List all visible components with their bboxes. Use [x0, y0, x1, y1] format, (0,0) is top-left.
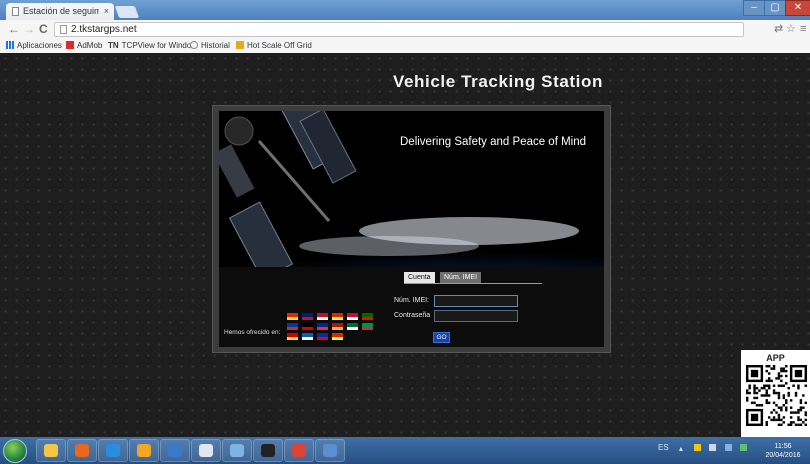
language-indicator[interactable]: ES: [658, 443, 669, 452]
menu-icon[interactable]: ≡: [800, 23, 806, 36]
document-icon: [199, 444, 213, 457]
browser-title-bar: Estación de seguimiento × – ▢ ✕: [0, 0, 810, 20]
start-button[interactable]: [3, 439, 27, 463]
media-player-icon: [168, 444, 182, 457]
qr-code[interactable]: [746, 365, 807, 426]
volume-icon[interactable]: [709, 444, 717, 451]
bookmark-tcpview[interactable]: TN TCPView for Windo: [108, 40, 191, 52]
taskbar-app-windows-live[interactable]: [222, 439, 252, 462]
language-flag[interactable]: [347, 323, 358, 330]
language-flag[interactable]: [332, 333, 343, 340]
tab-title: Estación de seguimiento: [23, 6, 99, 16]
taskbar-app-terminal[interactable]: [253, 439, 283, 462]
internet-explorer-icon: [106, 444, 120, 457]
language-flag[interactable]: [362, 323, 373, 330]
browser-toolbar: ← → C 2.tkstargps.net ⇄ ☆ ≡: [0, 20, 810, 39]
language-flag[interactable]: [302, 333, 313, 340]
taskbar-app-internet-explorer[interactable]: [98, 439, 128, 462]
language-flag[interactable]: [302, 323, 313, 330]
language-flag[interactable]: [362, 313, 373, 320]
password-label: Contraseña: [394, 312, 431, 319]
login-form: Cuenta Núm. IMEI Núm. IMEI: Contraseña G…: [219, 267, 604, 347]
back-arrow-icon[interactable]: ←: [8, 23, 20, 36]
bookmark-historial[interactable]: Historial: [190, 40, 230, 52]
apps-grid-icon: [6, 41, 14, 49]
minimize-button[interactable]: –: [743, 0, 765, 16]
go-button[interactable]: GO: [433, 332, 450, 343]
hero-banner: Delivering Safety and Peace of Mind: [219, 111, 604, 267]
translate-icon[interactable]: ⇄: [774, 23, 783, 36]
language-flag[interactable]: [317, 323, 328, 330]
taskbar-app-document[interactable]: [191, 439, 221, 462]
admob-icon: [66, 41, 74, 49]
satellite-earth-image: [219, 111, 604, 267]
network-icon[interactable]: [724, 444, 732, 451]
tray-arrow-icon[interactable]: ▴: [679, 444, 686, 453]
page-icon: [12, 7, 19, 16]
bookmarks-bar: Aplicaciones AdMob TN TCPView for Windo H…: [0, 39, 810, 54]
bookmark-star-icon[interactable]: ☆: [786, 23, 796, 36]
clock-date: 20/04/2016: [765, 452, 801, 459]
battery-icon[interactable]: [739, 444, 747, 451]
taskbar-app-firefox[interactable]: [67, 439, 97, 462]
terminal-icon: [261, 444, 275, 457]
language-flag[interactable]: [287, 333, 298, 340]
tabs-divider: [404, 283, 542, 284]
maximize-button[interactable]: ▢: [764, 0, 786, 16]
taskbar-app-pictures[interactable]: [129, 439, 159, 462]
app-qr-panel: APP: [741, 350, 810, 437]
language-flag[interactable]: [287, 323, 298, 330]
clock[interactable]: 11:56 20/04/2016: [758, 442, 808, 460]
history-icon: [190, 41, 198, 49]
windows-live-icon: [230, 444, 244, 457]
bookmark-admob[interactable]: AdMob: [66, 40, 102, 52]
page-icon: [60, 25, 67, 34]
language-flag[interactable]: [302, 313, 313, 320]
new-tab-button[interactable]: [114, 6, 140, 18]
address-bar[interactable]: 2.tkstargps.net: [54, 22, 744, 37]
login-panel: Delivering Safety and Peace of Mind Cuen…: [212, 105, 611, 353]
pictures-icon: [137, 444, 151, 457]
password-input[interactable]: [434, 310, 518, 322]
forward-arrow-icon[interactable]: →: [23, 23, 35, 36]
page-content: Vehicle Tracking Station Delivering Safe…: [0, 53, 810, 437]
system-tray: ES ▴: [658, 443, 753, 453]
url-text: 2.tkstargps.net: [71, 24, 137, 35]
explorer-folder-icon: [44, 444, 58, 457]
bookmark-hot-scale[interactable]: Hot Scale Off Grid: [236, 40, 312, 52]
taskbar-app-calendar[interactable]: [315, 439, 345, 462]
qr-title: APP: [766, 353, 785, 363]
tray-notify-icon[interactable]: [694, 444, 702, 451]
language-flag[interactable]: [332, 323, 343, 330]
clock-time: 11:56: [774, 443, 792, 450]
browser-tab[interactable]: Estación de seguimiento ×: [6, 3, 114, 20]
reload-icon[interactable]: C: [39, 23, 48, 36]
chrome-icon: [292, 444, 306, 457]
close-window-button[interactable]: ✕: [785, 0, 810, 16]
tn-icon: TN: [108, 41, 119, 50]
calendar-icon: [323, 444, 337, 457]
language-flag[interactable]: [347, 313, 358, 320]
taskbar-app-explorer-folder[interactable]: [36, 439, 66, 462]
offered-languages-label: Hemos ofrecido en:: [224, 329, 281, 336]
bookmark-aplicaciones[interactable]: Aplicaciones: [6, 40, 62, 52]
language-flag[interactable]: [332, 313, 343, 320]
language-flag[interactable]: [287, 313, 298, 320]
site-title: Vehicle Tracking Station: [393, 72, 603, 91]
windows-taskbar: ES ▴ 11:56 20/04/2016: [0, 437, 810, 464]
hot-scale-icon: [236, 41, 244, 49]
tagline: Delivering Safety and Peace of Mind: [400, 136, 587, 148]
imei-input[interactable]: [434, 295, 518, 307]
taskbar-app-chrome[interactable]: [284, 439, 314, 462]
taskbar-app-media-player[interactable]: [160, 439, 190, 462]
language-flag[interactable]: [317, 313, 328, 320]
imei-label: Núm. IMEI:: [394, 297, 430, 304]
language-flag[interactable]: [317, 333, 328, 340]
firefox-icon: [75, 444, 89, 457]
close-tab-icon[interactable]: ×: [104, 3, 109, 20]
